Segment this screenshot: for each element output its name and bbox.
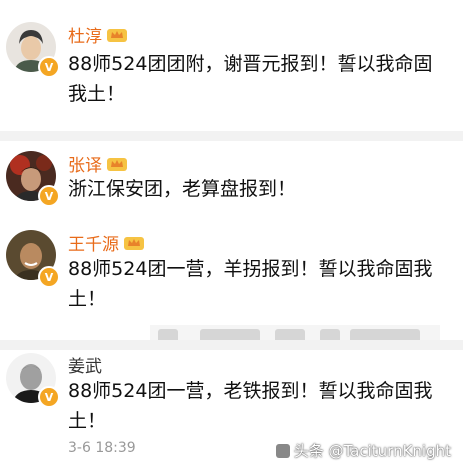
username[interactable]: 杜淳 [68,22,128,47]
crown-icon [124,237,144,250]
comment-item: V 杜淳 88师524团团附，谢晋元报到！誓以我命固我土！ [0,0,463,128]
crown-icon [107,158,127,171]
divider [0,340,463,350]
comment-item: V 王千源 88师524团一营，羊拐报到！誓以我命固我土！ [0,218,463,338]
verified-badge: V [38,56,60,78]
toutiao-icon [275,444,290,458]
verified-badge: V [38,185,60,207]
comment-text: 88师524团一营，羊拐报到！誓以我命固我土！ [68,258,433,310]
username[interactable]: 张译 [68,151,128,176]
verified-badge: V [38,386,60,408]
comment-item: V 张译 浙江保安团，老算盘报到！ [0,141,463,211]
comment-text: 88师524团一营，老铁报到！誓以我命固我土！ [68,380,433,432]
comment-text: 88师524团团附，谢晋元报到！誓以我命固我土！ [68,53,433,105]
username[interactable]: 王千源 [68,230,145,255]
comment-text: 浙江保安团，老算盘报到！ [68,178,297,200]
verified-badge: V [38,266,60,288]
timestamp: 3-6 18:39 [68,440,136,456]
username[interactable]: 姜武 [68,352,102,377]
watermark: 头条 @TaciturnKnight [275,440,451,461]
divider [0,131,463,141]
crown-icon [107,29,127,42]
